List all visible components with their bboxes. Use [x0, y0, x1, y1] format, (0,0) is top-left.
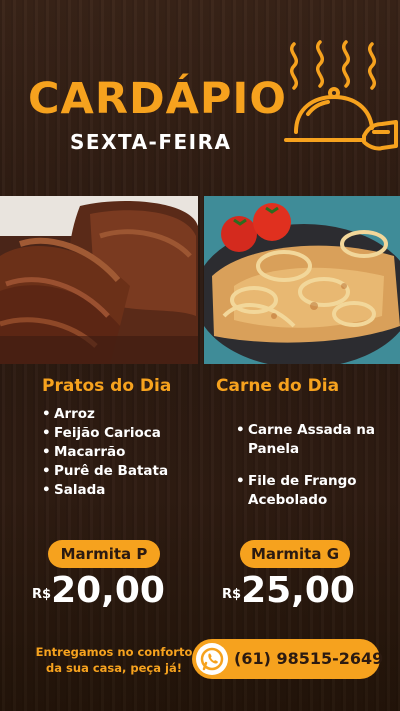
meat-of-day-title: Carne do Dia: [216, 376, 340, 396]
roast-beef-photo: [0, 196, 198, 364]
whatsapp-phone-icon: [200, 647, 224, 671]
list-item: Salada: [42, 481, 168, 500]
marmita-g-badge: Marmita G: [240, 540, 350, 568]
delivery-tagline: Entregamos no conforto da sua casa, peça…: [30, 644, 198, 676]
phone-icon-badge: [196, 643, 228, 675]
list-item: Arroz: [42, 405, 168, 424]
price-large: R$25,00: [222, 570, 355, 611]
price-small: R$20,00: [32, 570, 165, 611]
price-value: 25,00: [241, 570, 355, 611]
page-title: CARDÁPIO: [28, 74, 287, 124]
currency-label: R$: [32, 587, 52, 602]
header: CARDÁPIO SEXTA-FEIRA: [0, 0, 400, 196]
list-item: Macarrão: [42, 443, 168, 462]
tagline-line: Entregamos no conforto: [35, 645, 193, 659]
chicken-onion-photo: [204, 196, 400, 364]
list-item: Carne Assada na Panela: [236, 421, 386, 459]
meats-list: Carne Assada na Panela File de Frango Ac…: [236, 421, 386, 523]
page-subtitle: SEXTA-FEIRA: [70, 130, 232, 154]
phone-contact-button[interactable]: (61) 98515-2649: [192, 639, 384, 679]
marmita-p-badge: Marmita P: [48, 540, 160, 568]
cloche-hand-icon: [284, 40, 398, 151]
phone-number: (61) 98515-2649: [234, 649, 384, 668]
tagline-line: da sua casa, peça já!: [46, 661, 182, 675]
currency-label: R$: [222, 587, 242, 602]
dishes-list: Arroz Feijão Carioca Macarrão Purê de Ba…: [42, 405, 168, 500]
list-item: File de Frango Acebolado: [236, 472, 386, 510]
dishes-of-day-title: Pratos do Dia: [42, 376, 172, 396]
list-item: Feijão Carioca: [42, 424, 168, 443]
list-item: Purê de Batata: [42, 462, 168, 481]
price-value: 20,00: [51, 570, 165, 611]
